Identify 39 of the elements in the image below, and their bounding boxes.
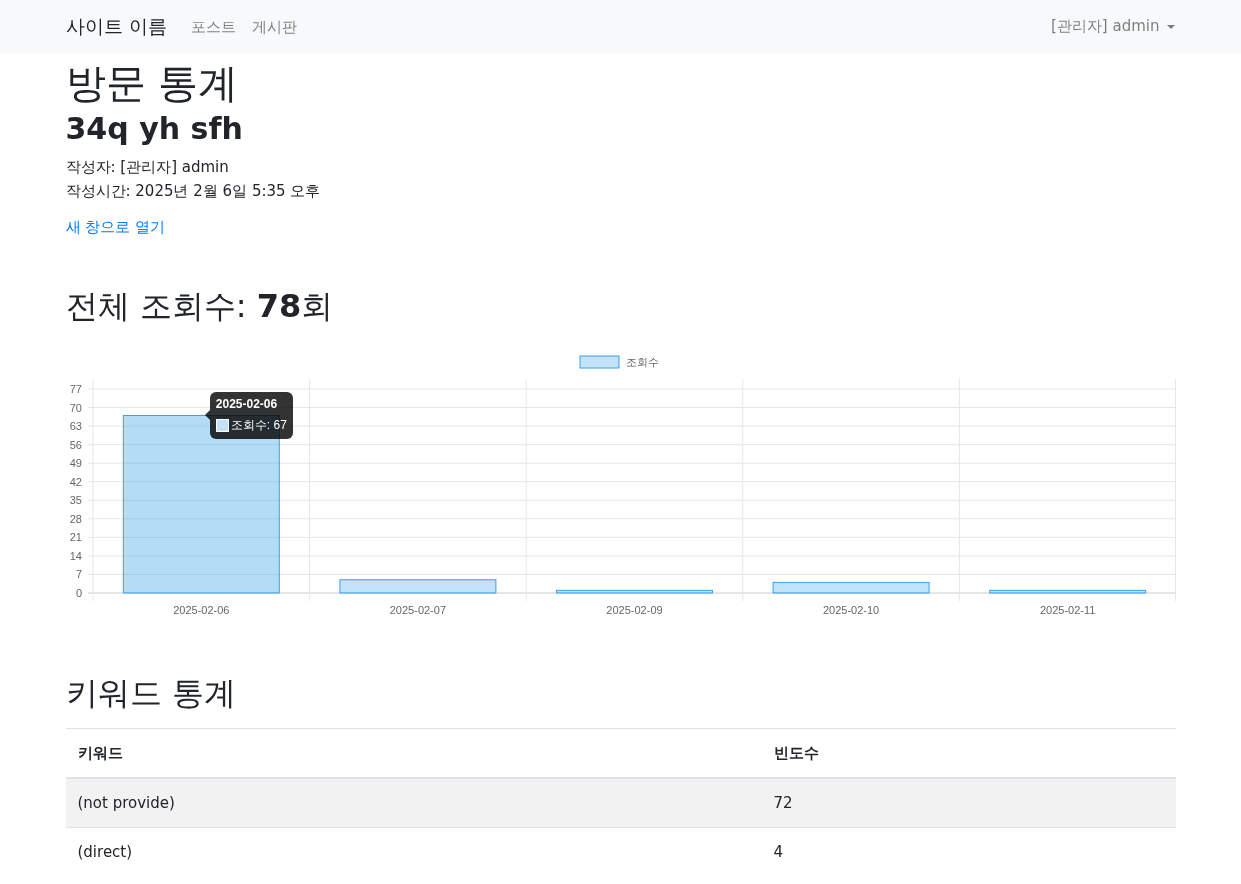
y-tick-label: 35: [69, 494, 82, 507]
total-views-heading: 전체 조회수: 78회: [65, 286, 335, 327]
x-tick-label: 2025-02-09: [605, 604, 663, 616]
page-title: 방문 통계: [65, 59, 240, 107]
y-tick-label: 77: [69, 383, 82, 395]
table-cell: (direct): [65, 827, 762, 876]
legend-label: 조회수: [625, 356, 659, 368]
nav-link[interactable]: 포스트: [190, 17, 236, 36]
caret-icon: [1165, 23, 1176, 30]
y-tick-label: 0: [75, 587, 82, 599]
y-tick-label: 14: [69, 549, 82, 562]
x-tick-label: 2025-02-11: [1039, 604, 1095, 616]
site-brand[interactable]: 사이트 이름: [65, 13, 167, 40]
open-new-window-link[interactable]: 새 창으로 열기: [65, 218, 166, 237]
y-tick-label: 49: [69, 457, 82, 470]
y-tick-label: 21: [69, 531, 82, 544]
x-tick-label: 2025-02-06: [172, 604, 229, 616]
column-header: 키워드: [65, 728, 762, 778]
tooltip-label: 조회수: 67: [230, 417, 287, 435]
x-tick-label: 2025-02-07: [389, 604, 446, 616]
tooltip-swatch: [215, 419, 229, 433]
table-cell: (not provide): [65, 778, 762, 828]
y-tick-label: 70: [69, 401, 82, 414]
post-title: 34q yh sfh: [65, 111, 244, 147]
y-tick-label: 56: [69, 438, 82, 451]
column-header: 빈도수: [761, 728, 1176, 778]
y-tick-label: 63: [69, 420, 82, 433]
x-tick-label: 2025-02-10: [822, 604, 879, 616]
tooltip-title: 2025-02-06: [215, 397, 279, 412]
y-tick-label: 28: [69, 512, 82, 525]
user-menu[interactable]: [관리자] admin: [1051, 17, 1176, 36]
table-cell: 4: [761, 827, 1176, 876]
y-tick-label: 42: [69, 475, 82, 488]
nav-link[interactable]: 게시판: [251, 17, 297, 36]
post-time: 작성시간: 2025년 2월 6일 5:35 오후: [65, 181, 322, 202]
table-cell: 72: [761, 778, 1176, 828]
section-heading: 키워드 통계: [65, 673, 237, 714]
y-tick-label: 7: [75, 568, 82, 581]
post-author: 작성자: [관리자] admin: [65, 157, 230, 178]
